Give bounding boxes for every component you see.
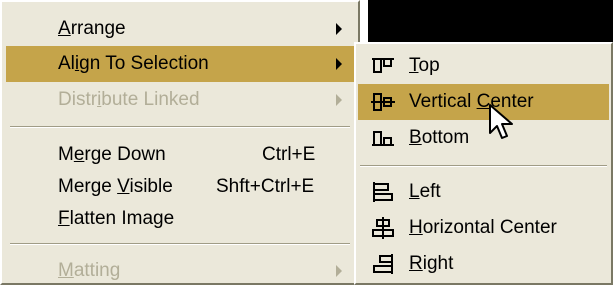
submenu-arrow-icon <box>336 58 342 70</box>
menu-item-label: Align To Selection <box>58 53 209 74</box>
align-top-icon <box>372 58 394 73</box>
menu-item-matting[interactable]: Matting <box>6 253 354 289</box>
menu-item-shortcut: Shft+Ctrl+E <box>216 176 315 197</box>
menu-item-align-to-selection[interactable]: Align To Selection <box>6 46 354 82</box>
submenu-item-label: Horizontal Center <box>409 217 557 238</box>
background-canvas-strip <box>360 0 613 42</box>
menu-item-merge-visible[interactable]: Merge Visible Shft+Ctrl+E <box>6 169 354 205</box>
align-left-icon <box>373 182 393 202</box>
align-right-icon <box>373 254 393 274</box>
menu-item-label: Merge Down <box>58 144 166 165</box>
menu-item-label: Flatten Image <box>58 208 175 229</box>
submenu-arrow-icon <box>336 23 342 35</box>
menu-separator <box>10 243 350 245</box>
submenu-item-vertical-center[interactable]: Vertical Center <box>358 84 609 120</box>
menu-separator <box>10 126 350 128</box>
mouse-pointer-icon <box>489 104 513 139</box>
submenu-item-label: Bottom <box>409 127 470 148</box>
menu-item-merge-down[interactable]: Merge Down Ctrl+E <box>6 137 354 173</box>
align-vertical-center-icon <box>371 93 395 111</box>
submenu-arrow-icon <box>336 265 342 277</box>
layer-context-menu: Arrange Align To Selection Distribute Li… <box>0 0 360 285</box>
canvas-gap <box>360 0 368 42</box>
menu-item-flatten-image[interactable]: Flatten Image <box>6 201 354 237</box>
align-submenu: Top Vertical Center Bottom Left Horizont… <box>354 42 613 285</box>
menu-item-label: Distribute Linked <box>58 89 200 110</box>
submenu-item-horizontal-center[interactable]: Horizontal Center <box>358 210 609 246</box>
menu-item-label: Merge Visible <box>58 176 173 197</box>
menu-item-distribute-linked[interactable]: Distribute Linked <box>6 82 354 118</box>
menu-item-arrange[interactable]: Arrange <box>6 11 354 47</box>
submenu-item-top[interactable]: Top <box>358 48 609 84</box>
menu-item-label: Arrange <box>58 18 126 39</box>
menu-item-shortcut: Ctrl+E <box>262 144 316 165</box>
submenu-separator <box>360 165 607 167</box>
submenu-item-right[interactable]: Right <box>358 246 609 282</box>
submenu-item-label: Right <box>409 253 454 274</box>
align-bottom-icon <box>372 131 394 146</box>
submenu-item-bottom[interactable]: Bottom <box>358 120 609 156</box>
menu-item-label: Matting <box>58 260 121 281</box>
submenu-item-left[interactable]: Left <box>358 174 609 210</box>
submenu-item-label: Top <box>409 55 440 76</box>
submenu-item-label: Left <box>409 181 441 202</box>
align-horizontal-center-icon <box>372 217 394 239</box>
submenu-arrow-icon <box>336 94 342 106</box>
